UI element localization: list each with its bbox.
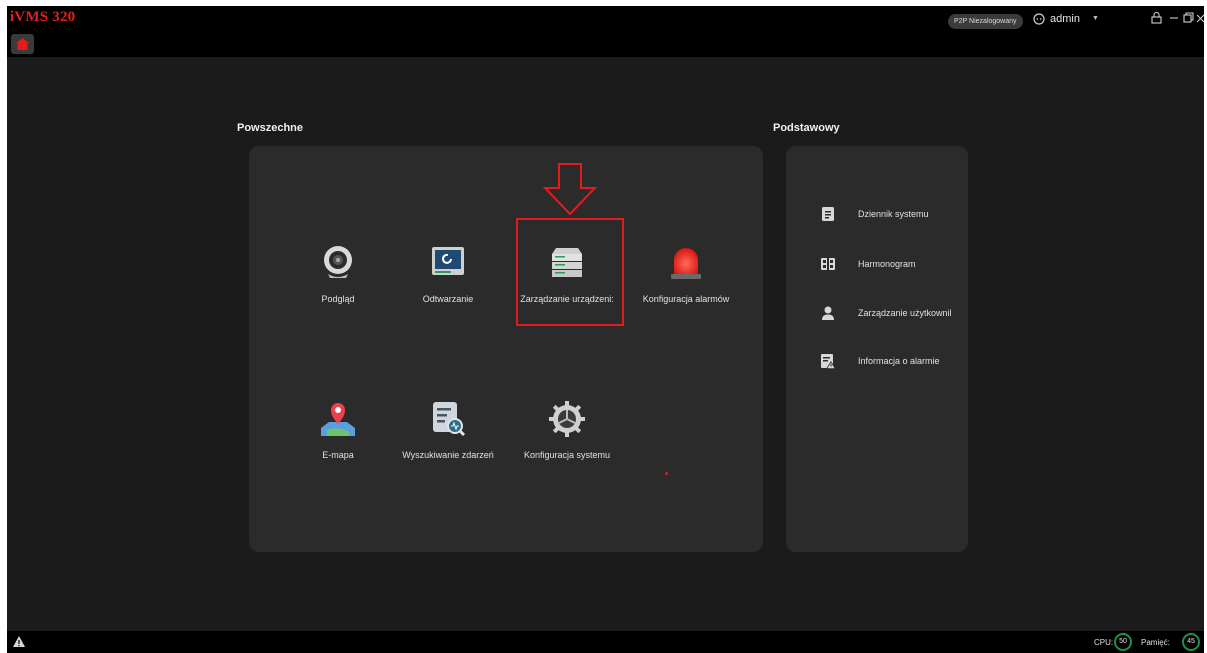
memory-usage-indicator: 45 bbox=[1182, 633, 1200, 651]
gear-icon bbox=[549, 401, 585, 437]
close-icon[interactable] bbox=[1197, 12, 1204, 24]
tile-alarm-configuration[interactable]: Konfiguracja alarmów bbox=[631, 244, 741, 328]
log-icon bbox=[822, 207, 834, 221]
tile-label: Konfiguracja alarmów bbox=[642, 294, 730, 304]
playback-monitor-icon bbox=[432, 247, 464, 275]
status-bar: CPU: 50 Pamięć: 45 bbox=[7, 631, 1204, 653]
basic-item-label: Informacja o alarmie bbox=[858, 356, 940, 366]
tile-emap[interactable]: E-mapa bbox=[283, 400, 393, 484]
tile-event-search[interactable]: Wyszukiwanie zdarzeń bbox=[393, 400, 503, 484]
highlight-box bbox=[516, 218, 624, 326]
tile-label: Konfiguracja systemu bbox=[523, 450, 611, 460]
red-dot-marker bbox=[665, 472, 668, 475]
memory-label: Pamięć: bbox=[1141, 638, 1170, 647]
basic-item-user-management[interactable]: Zarządzanie użytkownil bbox=[820, 305, 980, 321]
user-name[interactable]: admin bbox=[1050, 13, 1080, 25]
alarm-light-icon bbox=[671, 248, 701, 279]
warning-icon[interactable] bbox=[13, 636, 25, 647]
basic-item-label: Harmonogram bbox=[858, 259, 916, 269]
section-title-basic: Podstawowy bbox=[773, 122, 840, 134]
app-window: iVMS 320 P2P Niezalogowany admin ▼ Powsz… bbox=[7, 6, 1204, 653]
tile-system-configuration[interactable]: Konfiguracja systemu bbox=[512, 400, 622, 484]
tile-label: Odtwarzanie bbox=[422, 294, 474, 304]
basic-item-label: Dziennik systemu bbox=[858, 209, 929, 219]
alarm-info-icon bbox=[821, 354, 836, 369]
lock-icon[interactable] bbox=[1151, 12, 1162, 24]
tile-label: Wyszukiwanie zdarzeń bbox=[402, 450, 494, 460]
down-arrow-annotation-icon bbox=[542, 163, 598, 216]
minimize-icon[interactable] bbox=[1169, 12, 1179, 24]
basic-item-system-log[interactable]: Dziennik systemu bbox=[820, 206, 980, 222]
basic-item-alarm-info[interactable]: Informacja o alarmie bbox=[820, 353, 980, 369]
tile-playback[interactable]: Odtwarzanie bbox=[393, 244, 503, 328]
event-search-icon bbox=[433, 402, 466, 437]
restore-icon[interactable] bbox=[1183, 12, 1194, 24]
map-pin-icon bbox=[321, 403, 355, 436]
cpu-label: CPU: bbox=[1094, 638, 1114, 647]
user-icon bbox=[822, 306, 834, 320]
app-title: iVMS 320 bbox=[10, 9, 76, 25]
webcam-icon bbox=[324, 246, 352, 278]
p2p-status-badge[interactable]: P2P Niezalogowany bbox=[948, 14, 1023, 29]
basic-item-label: Zarządzanie użytkownil bbox=[858, 308, 952, 318]
schedule-icon bbox=[821, 258, 835, 270]
title-bar: iVMS 320 P2P Niezalogowany admin ▼ bbox=[7, 6, 1204, 57]
home-button[interactable] bbox=[11, 34, 34, 54]
user-menu-caret-icon[interactable]: ▼ bbox=[1092, 15, 1099, 22]
basic-item-schedule[interactable]: Harmonogram bbox=[820, 256, 980, 272]
home-icon bbox=[16, 38, 29, 50]
user-avatar-icon[interactable] bbox=[1033, 13, 1045, 25]
cpu-usage-indicator: 50 bbox=[1114, 633, 1132, 651]
tile-preview[interactable]: Podgląd bbox=[283, 244, 393, 328]
section-title-general: Powszechne bbox=[237, 122, 304, 134]
general-panel bbox=[249, 146, 763, 552]
